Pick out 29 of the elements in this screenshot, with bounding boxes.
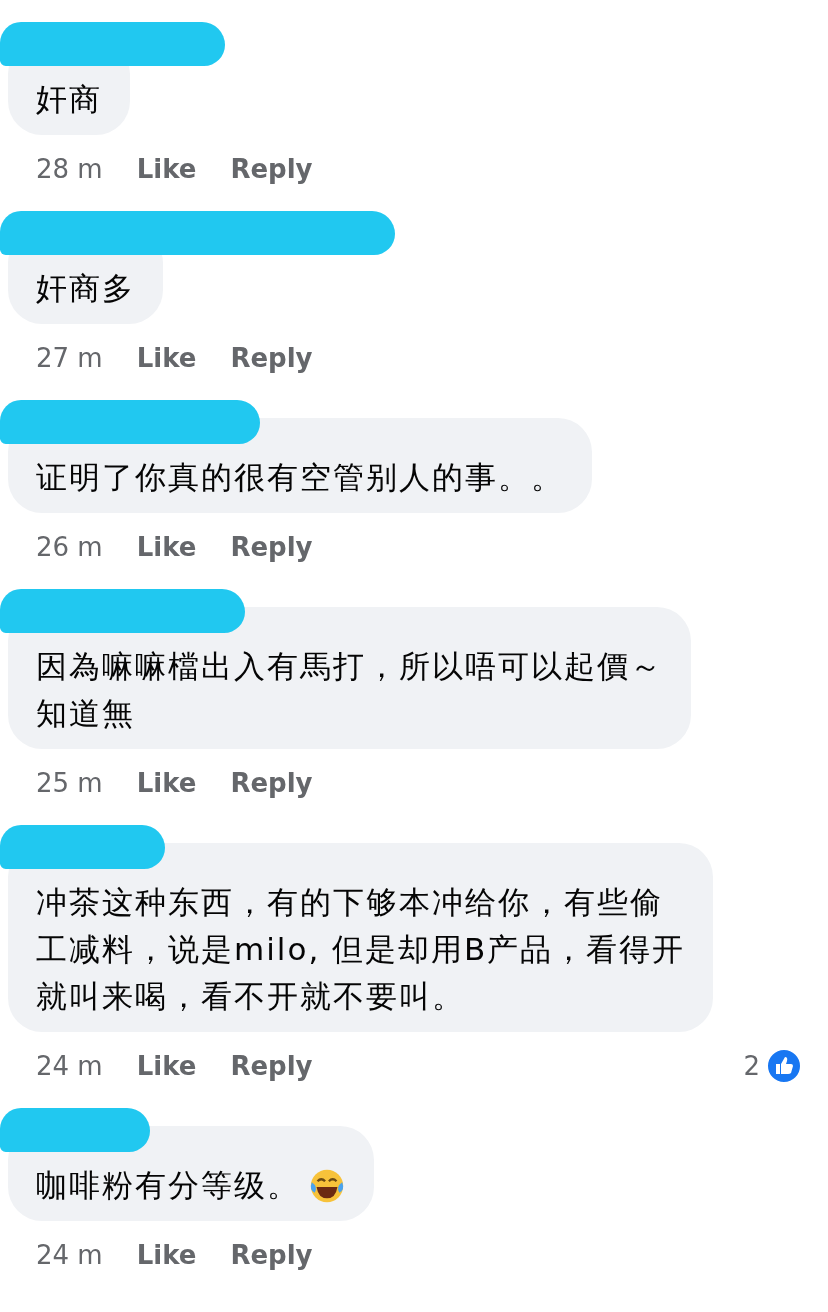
comment-time: 24 m	[36, 1051, 103, 1081]
comment-text: 证明了你真的很有空管别人的事。。	[36, 458, 564, 497]
comment-time: 26 m	[36, 532, 103, 562]
like-link[interactable]: Like	[136, 343, 197, 373]
reply-link[interactable]: Reply	[230, 1240, 313, 1270]
reply-link[interactable]: Reply	[230, 532, 313, 562]
reply-link[interactable]: Reply	[230, 154, 313, 184]
like-link[interactable]: Like	[136, 532, 197, 562]
comment-time: 24 m	[36, 1240, 103, 1270]
comment-text: 知道無	[36, 694, 135, 733]
reaction-count: 2	[743, 1051, 760, 1081]
comment-text: 因為嘛嘛檔出入有馬打，所以唔可以起價～	[36, 647, 663, 686]
reply-link[interactable]: Reply	[230, 768, 313, 798]
comment-time: 25 m	[36, 768, 103, 798]
like-link[interactable]: Like	[136, 154, 197, 184]
comment-time: 27 m	[36, 343, 103, 373]
comment-text: 奸商	[36, 80, 102, 119]
like-link[interactable]: Like	[136, 1240, 197, 1270]
comment-text: 就叫来喝，看不开就不要叫。	[36, 977, 465, 1016]
comment-text: 咖啡粉有分等级。	[36, 1166, 300, 1205]
comment-time: 28 m	[36, 154, 103, 184]
comment-text: 工减料，说是milo, 但是却用B产品，看得开	[36, 930, 686, 969]
reply-link[interactable]: Reply	[230, 343, 313, 373]
reply-link[interactable]: Reply	[230, 1051, 313, 1081]
comment-text: 奸商多	[36, 269, 135, 308]
like-link[interactable]: Like	[136, 768, 197, 798]
like-link[interactable]: Like	[136, 1051, 197, 1081]
thumbs-up-icon	[766, 1048, 802, 1084]
comment-text: 冲茶这种东西，有的下够本冲给你，有些偷	[36, 883, 663, 922]
